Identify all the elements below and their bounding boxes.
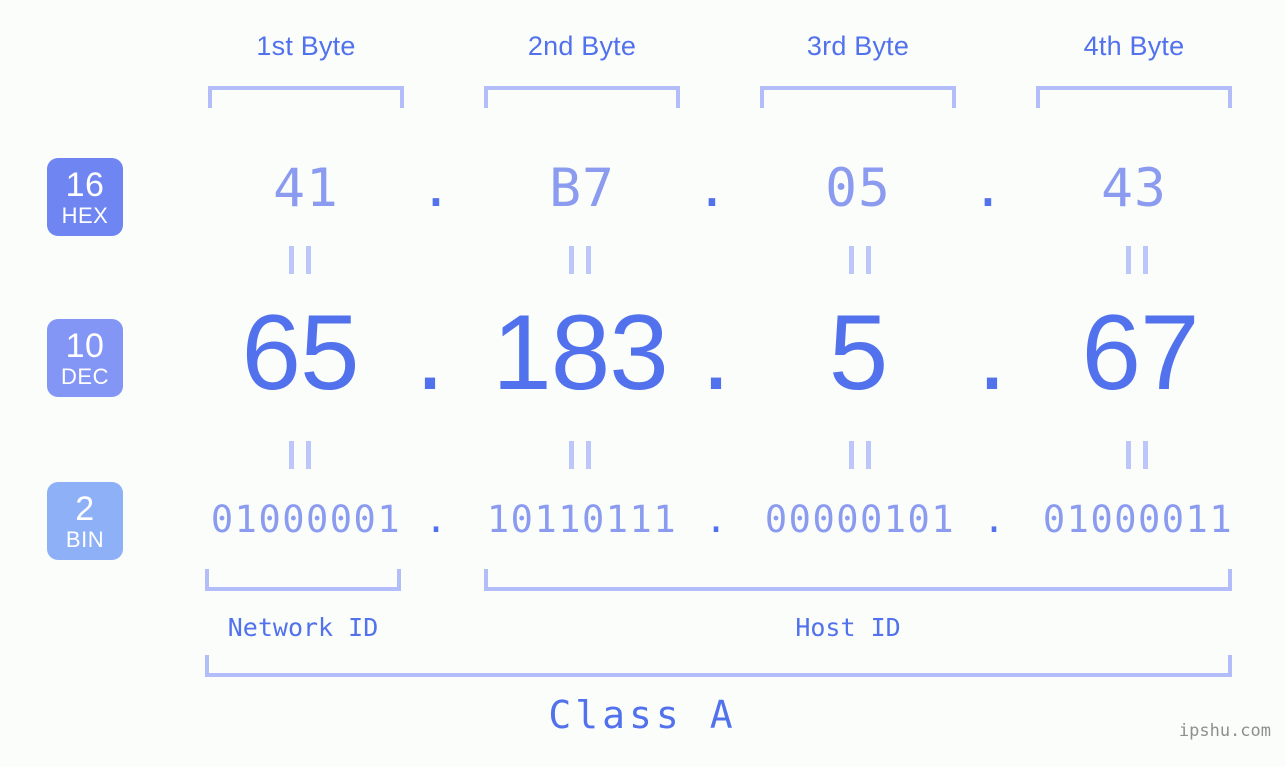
base-badge-bin-name: BIN — [65, 526, 105, 552]
equals-marker-hex-dec-1 — [289, 246, 311, 274]
host-id-bracket — [484, 569, 1232, 591]
bin-separator-1: . — [424, 498, 448, 541]
base-badge-hex-number: 16 — [65, 165, 105, 204]
dec-separator-2: . — [701, 292, 731, 412]
bin-separator-3: . — [982, 498, 1006, 541]
bin-value-3: 00000101 — [764, 498, 956, 541]
byte-bracket-4 — [1036, 86, 1232, 108]
dec-value-2: 183 — [492, 292, 669, 412]
class-label: Class A — [548, 693, 737, 737]
hex-value-3: 05 — [825, 158, 891, 219]
bin-value-4: 01000011 — [1042, 498, 1234, 541]
hex-separator-1: . — [420, 158, 452, 219]
hex-value-2: B7 — [549, 158, 615, 219]
dec-value-3: 5 — [828, 292, 889, 412]
network-id-bracket — [205, 569, 401, 591]
base-badge-hex: 16 HEX — [47, 158, 123, 236]
base-badge-dec: 10 DEC — [47, 319, 123, 397]
hex-value-4: 43 — [1101, 158, 1167, 219]
base-badge-bin-number: 2 — [75, 489, 95, 528]
equals-marker-hex-dec-2 — [569, 246, 591, 274]
bin-separator-2: . — [704, 498, 728, 541]
host-id-label: Host ID — [795, 613, 901, 642]
ip-byte-diagram: 1st Byte 2nd Byte 3rd Byte 4th Byte 16 H… — [0, 0, 1285, 767]
base-badge-hex-name: HEX — [61, 202, 109, 228]
base-badge-bin: 2 BIN — [47, 482, 123, 560]
network-id-label: Network ID — [227, 613, 379, 642]
dec-separator-1: . — [415, 292, 445, 412]
dec-value-4: 67 — [1081, 292, 1199, 412]
byte-bracket-3 — [760, 86, 956, 108]
equals-marker-dec-bin-4 — [1126, 441, 1148, 469]
dec-separator-3: . — [977, 292, 1007, 412]
bin-value-2: 10110111 — [486, 498, 678, 541]
dec-value-1: 65 — [241, 292, 359, 412]
byte-header-2: 2nd Byte — [527, 31, 637, 61]
byte-header-1: 1st Byte — [256, 31, 356, 61]
equals-marker-dec-bin-2 — [569, 441, 591, 469]
equals-marker-dec-bin-1 — [289, 441, 311, 469]
byte-bracket-2 — [484, 86, 680, 108]
watermark: ipshu.com — [1178, 721, 1271, 741]
base-badge-dec-name: DEC — [61, 363, 109, 389]
equals-marker-dec-bin-3 — [849, 441, 871, 469]
bin-value-1: 01000001 — [210, 498, 402, 541]
byte-bracket-1 — [208, 86, 404, 108]
hex-separator-2: . — [696, 158, 728, 219]
hex-value-1: 41 — [273, 158, 339, 219]
equals-marker-hex-dec-3 — [849, 246, 871, 274]
byte-header-4: 4th Byte — [1083, 31, 1185, 61]
class-bracket — [205, 655, 1232, 677]
hex-separator-3: . — [972, 158, 1004, 219]
equals-marker-hex-dec-4 — [1126, 246, 1148, 274]
base-badge-dec-number: 10 — [65, 326, 105, 365]
byte-header-3: 3rd Byte — [806, 31, 910, 61]
